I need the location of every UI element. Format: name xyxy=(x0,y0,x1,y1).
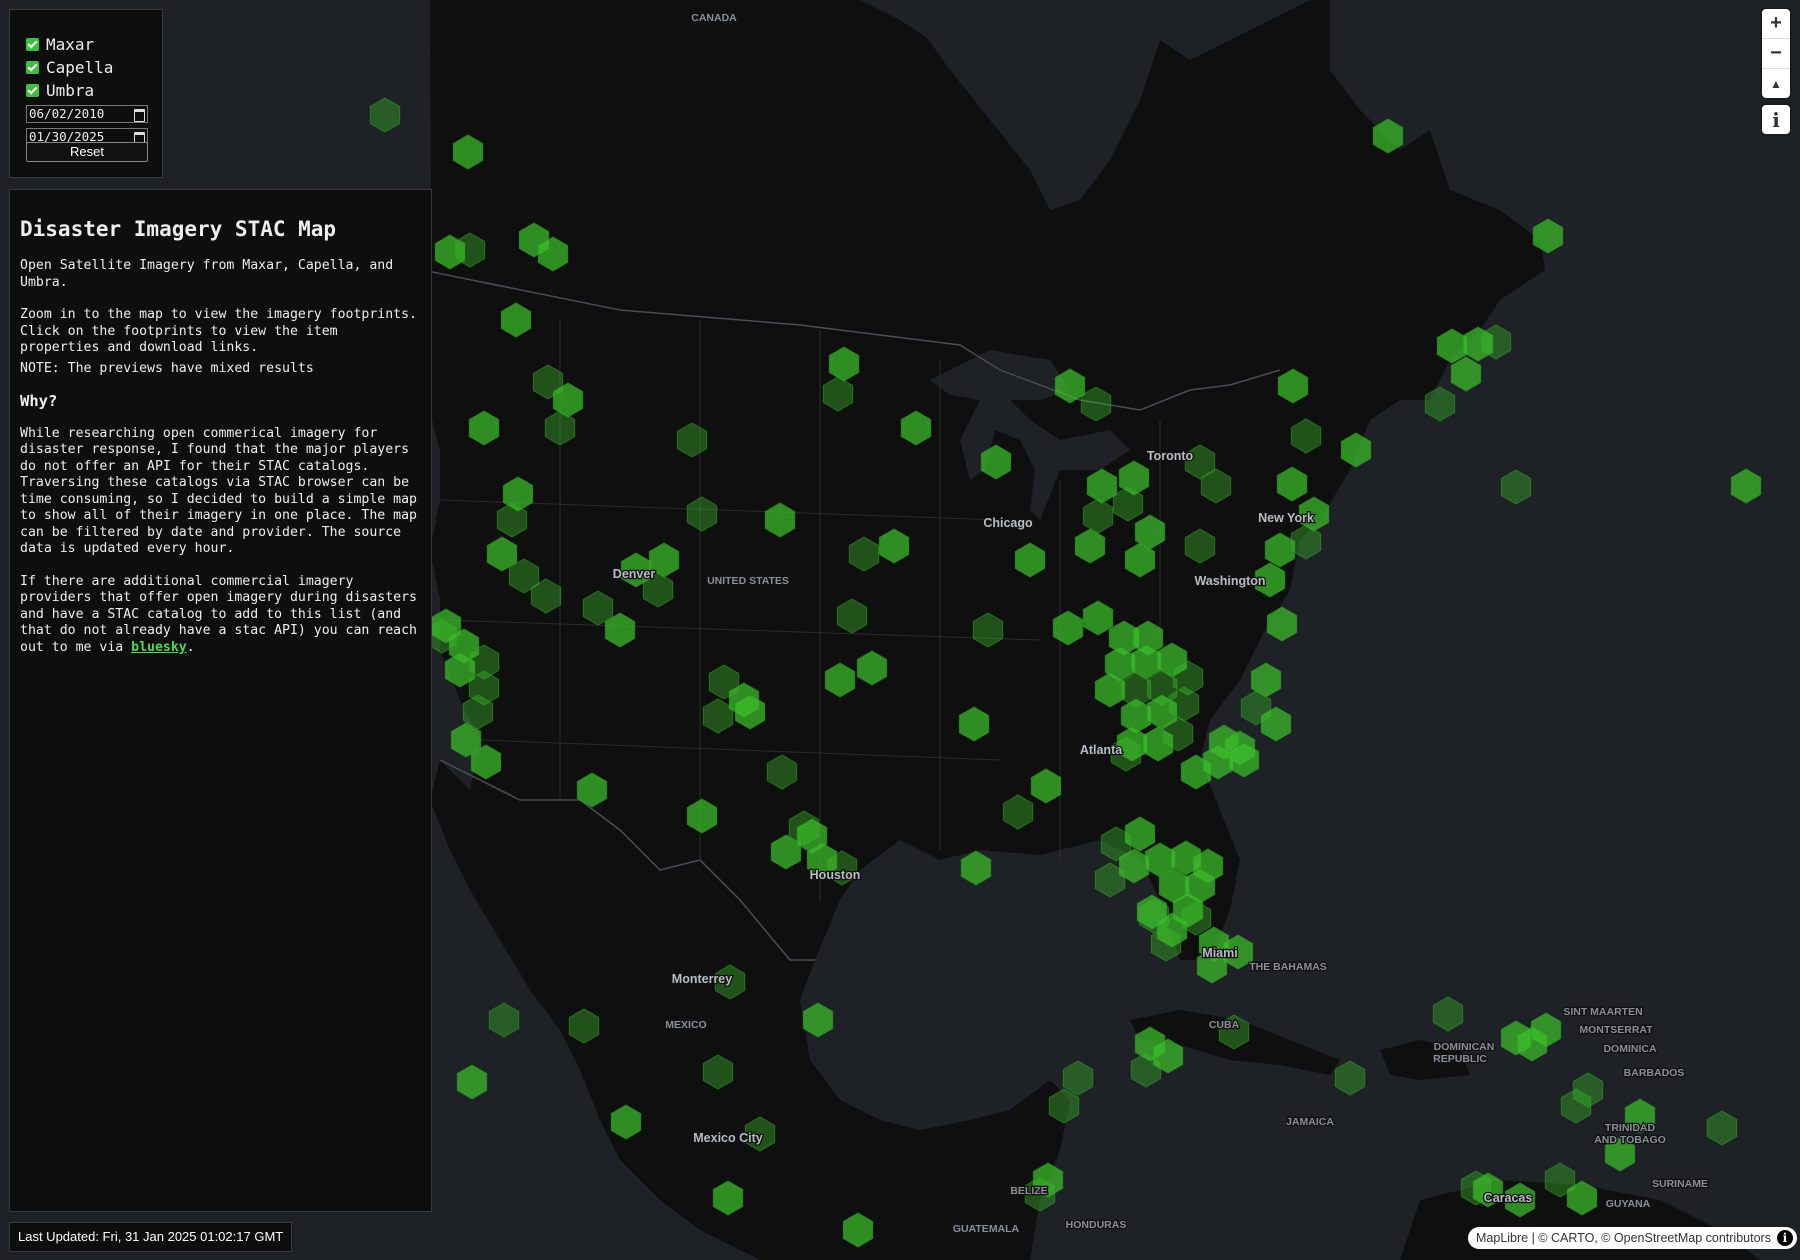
map-label-country: GUYANA xyxy=(1606,1198,1651,1210)
map-label-country: TRINIDAD xyxy=(1605,1122,1656,1134)
page-title: Disaster Imagery STAC Map xyxy=(20,217,337,241)
attribution-text: MapLibre | © CARTO, © OpenStreetMap cont… xyxy=(1476,1231,1771,1245)
map-label-country: DOMINICAN xyxy=(1434,1041,1495,1053)
map-label-city: Houston xyxy=(810,868,861,882)
instructions-text: Zoom in to the map to view the imagery f… xyxy=(20,307,417,355)
map-label-country: MEXICO xyxy=(665,1019,706,1031)
map-label-city: Denver xyxy=(613,567,656,581)
filter-panel: Maxar Capella Umbra 06/02/2010 01/30/202… xyxy=(9,9,163,178)
navigation-control: + − ▲ xyxy=(1762,9,1790,98)
map-label-country: DOMINICA xyxy=(1603,1043,1656,1055)
info-panel: Disaster Imagery STAC Map Open Satellite… xyxy=(9,189,432,1212)
map-label-country: GUATEMALA xyxy=(953,1223,1020,1235)
capella-label: Capella xyxy=(46,58,114,77)
subtitle-text: Open Satellite Imagery from Maxar, Capel… xyxy=(20,258,394,290)
maxar-checkbox[interactable] xyxy=(26,38,39,51)
contact-text: If there are additional commercial image… xyxy=(20,574,417,657)
map-label-country: CUBA xyxy=(1209,1019,1240,1031)
capella-filter[interactable]: Capella xyxy=(26,58,113,77)
map-label-city: Washington xyxy=(1194,574,1265,588)
zoom-out-button[interactable]: − xyxy=(1762,39,1790,69)
why-heading: Why? xyxy=(20,392,58,410)
map-label-country: BARBADOS xyxy=(1624,1067,1685,1079)
map-label-country: MONTSERRAT xyxy=(1579,1024,1653,1036)
map-label-city: Atlanta xyxy=(1080,743,1123,757)
map-label-country: REPUBLIC xyxy=(1433,1053,1487,1065)
umbra-filter[interactable]: Umbra xyxy=(26,81,94,100)
compass-button[interactable]: ▲ xyxy=(1762,69,1790,98)
map-label-country: UNITED STATES xyxy=(707,575,789,587)
why-text: While researching open commerical imager… xyxy=(20,425,417,557)
map-label-country: SINT MAARTEN xyxy=(1563,1006,1642,1018)
map-label-city: Monterrey xyxy=(672,972,732,986)
zoom-in-button[interactable]: + xyxy=(1762,9,1790,39)
reset-button[interactable]: Reset xyxy=(26,142,148,162)
map-label-city: New York xyxy=(1258,511,1314,525)
map-label-country: CANADA xyxy=(691,12,737,24)
map-label-city: Caracas xyxy=(1484,1191,1533,1205)
maxar-label: Maxar xyxy=(46,35,95,54)
contact-prefix: If there are additional commercial image… xyxy=(20,573,417,655)
calendar-icon[interactable] xyxy=(134,109,145,122)
map-label-country: HONDURAS xyxy=(1066,1219,1127,1231)
map-label-city: Chicago xyxy=(983,516,1033,530)
map-attribution: MapLibre | © CARTO, © OpenStreetMap cont… xyxy=(1468,1227,1797,1249)
maxar-filter[interactable]: Maxar xyxy=(26,35,94,54)
map-label-city: Mexico City xyxy=(693,1131,763,1145)
info-button[interactable]: i xyxy=(1762,105,1790,134)
map-label-city: Toronto xyxy=(1147,449,1194,463)
umbra-label: Umbra xyxy=(46,81,95,100)
bluesky-link[interactable]: bluesky xyxy=(131,640,187,655)
start-date-input[interactable]: 06/02/2010 xyxy=(26,105,148,123)
start-date-value: 06/02/2010 xyxy=(29,106,105,121)
umbra-checkbox[interactable] xyxy=(26,84,39,97)
info-icon[interactable]: i xyxy=(1776,1230,1793,1246)
contact-suffix: . xyxy=(186,639,195,655)
last-updated-status: Last Updated: Fri, 31 Jan 2025 01:02:17 … xyxy=(9,1222,293,1252)
map-label-country: AND TOBAGO xyxy=(1594,1134,1666,1146)
map-label-country: SURINAME xyxy=(1652,1178,1708,1190)
map-label-city: Miami xyxy=(1202,946,1237,960)
info-control: i xyxy=(1762,105,1790,134)
map-label-country: THE BAHAMAS xyxy=(1249,961,1327,973)
note-text: NOTE: The previews have mixed results xyxy=(20,360,314,376)
map-label-country: BELIZE xyxy=(1010,1185,1047,1197)
capella-checkbox[interactable] xyxy=(26,61,39,74)
map-label-country: JAMAICA xyxy=(1286,1116,1334,1128)
